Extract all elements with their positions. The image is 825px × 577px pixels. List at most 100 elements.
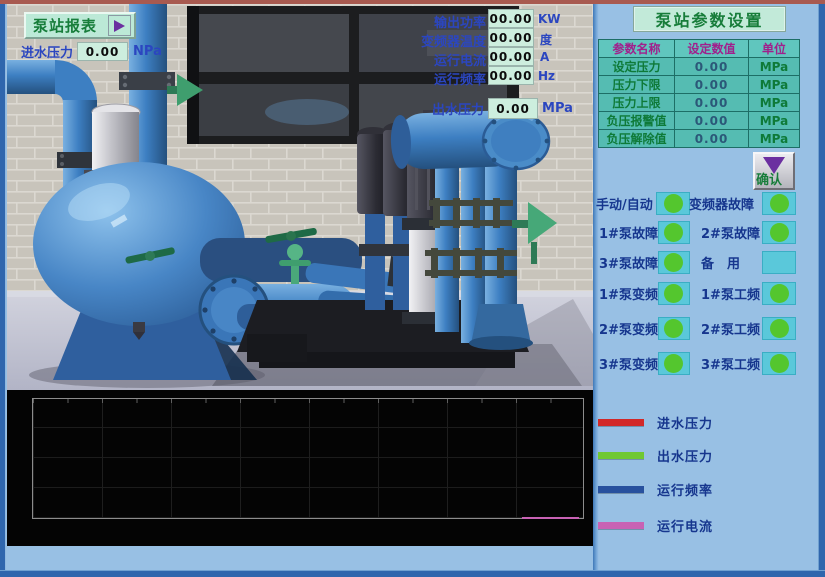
outlet-pressure-row: 出水压力 0.00 MPa [432,98,573,119]
pump-station-hmi: 泵站报表 进水压力 0.00 NPa 输出功率 变频器温度 运行电流 运行频率 … [0,0,825,577]
confirm-button[interactable]: 确认 [753,152,795,190]
param-name: 负压解除值 [599,130,675,148]
run-current-value: 00.00 [488,47,534,66]
status-pump2-mains: 2#泵工频 [701,317,796,340]
param-value[interactable]: 0.00 [675,112,749,130]
status-lamp [664,223,683,242]
lamp-box [658,282,690,305]
status-lamp [770,223,789,242]
inlet-pressure-row: 进水压力 0.00 NPa [21,42,162,61]
param-unit: MPa [749,94,800,112]
status-lamp [770,319,789,338]
lamp-box [762,352,796,375]
status-pump3-fault: 3#泵故障 [599,251,690,274]
settings-row-negative-pressure-alarm: 负压报警值 0.00 MPa [599,112,800,130]
inverter-temp-value: 00.00 [488,28,534,47]
lamp-box [762,282,796,305]
legend-swatch [598,419,644,426]
trend-chart [7,390,593,546]
confirm-button-label: 确认 [756,169,782,188]
param-unit: MPa [749,130,800,148]
window-border-right [818,0,825,577]
settings-panel-title: 泵站参数设置 [633,6,786,32]
settings-col-name: 参数名称 [599,40,675,58]
status-pump2-vfd: 2#泵变频 [599,317,690,340]
inverter-temp-unit: 度 [540,31,552,48]
param-unit: MPa [749,58,800,76]
status-inverter-fault: 变频器故障 [689,192,796,215]
run-frequency-unit: Hz [538,69,555,83]
inlet-pressure-label: 进水压力 [21,42,73,61]
run-current-unit: A [540,50,549,64]
settings-row-negative-pressure-release: 负压解除值 0.00 MPa [599,130,800,148]
report-button-label: 泵站报表 [33,15,97,36]
status-lamp [664,319,683,338]
settings-row-pressure-low: 压力下限 0.00 MPa [599,76,800,94]
status-pump1-mains: 1#泵工频 [701,282,796,305]
run-current-label: 运行电流 [404,50,486,69]
param-unit: MPa [749,112,800,130]
legend-run-current: 运行电流 [598,516,713,535]
status-lamp [770,194,789,213]
outlet-pressure-label: 出水压力 [432,99,484,118]
status-pump3-vfd: 3#泵变频 [599,352,690,375]
lamp-box [658,352,690,375]
param-value[interactable]: 0.00 [675,94,749,112]
legend-swatch [598,452,644,459]
lamp-box [658,251,690,274]
legend-swatch [598,486,644,493]
status-lamp [770,253,789,272]
report-button[interactable]: 泵站报表 [24,12,136,39]
lamp-box [658,317,690,340]
status-lamp [664,354,683,373]
inlet-pressure-value: 0.00 [77,42,128,61]
lamp-box [762,251,796,274]
param-name: 压力上限 [599,94,675,112]
inverter-temp-label: 变频器温度 [404,31,486,50]
status-pump2-fault: 2#泵故障 [701,221,796,244]
legend-outlet-pressure: 出水压力 [598,446,713,465]
param-name: 压力下限 [599,76,675,94]
status-pump3-mains: 3#泵工频 [701,352,796,375]
lamp-box [656,192,690,215]
param-value[interactable]: 0.00 [675,58,749,76]
trend-axis-ticks [33,399,583,403]
run-frequency-value: 00.00 [488,66,534,85]
outlet-pressure-value: 0.00 [488,98,538,119]
window-border-top [0,0,825,4]
legend-swatch [598,522,644,529]
outlet-pressure-unit: MPa [542,101,573,116]
settings-row-pressure-high: 压力上限 0.00 MPa [599,94,800,112]
legend-inlet-pressure: 进水压力 [598,413,713,432]
settings-row-set-pressure: 设定压力 0.00 MPa [599,58,800,76]
settings-col-unit: 单位 [749,40,800,58]
play-icon[interactable] [108,15,131,36]
param-name: 设定压力 [599,58,675,76]
trend-plot-area [32,398,584,519]
inlet-pressure-unit: NPa [133,44,162,59]
output-power-value: 00.00 [488,9,534,28]
legend-run-frequency: 运行频率 [598,480,713,499]
window-border-bottom [0,570,825,577]
status-lamp [770,354,789,373]
lamp-box [762,192,796,215]
lamp-box [762,317,796,340]
status-manual-auto: 手动/自动 [596,192,690,215]
status-pump1-vfd: 1#泵变频 [599,282,690,305]
status-spare: 备 用 [701,251,796,274]
run-current-trace [522,517,579,519]
param-unit: MPa [749,76,800,94]
output-power-unit: KW [538,12,561,26]
run-frequency-label: 运行频率 [404,69,486,88]
settings-table: 参数名称 设定数值 单位 设定压力 0.00 MPa 压力下限 0.00 MPa… [598,39,800,148]
status-lamp [664,284,683,303]
status-lamp [664,253,683,272]
param-value[interactable]: 0.00 [675,76,749,94]
scene-area: 泵站报表 进水压力 0.00 NPa 输出功率 变频器温度 运行电流 运行频率 … [7,4,593,390]
output-power-label: 输出功率 [404,12,486,31]
settings-col-value: 设定数值 [675,40,749,58]
param-value[interactable]: 0.00 [675,130,749,148]
lamp-box [762,221,796,244]
lamp-box [658,221,690,244]
status-lamp [770,284,789,303]
